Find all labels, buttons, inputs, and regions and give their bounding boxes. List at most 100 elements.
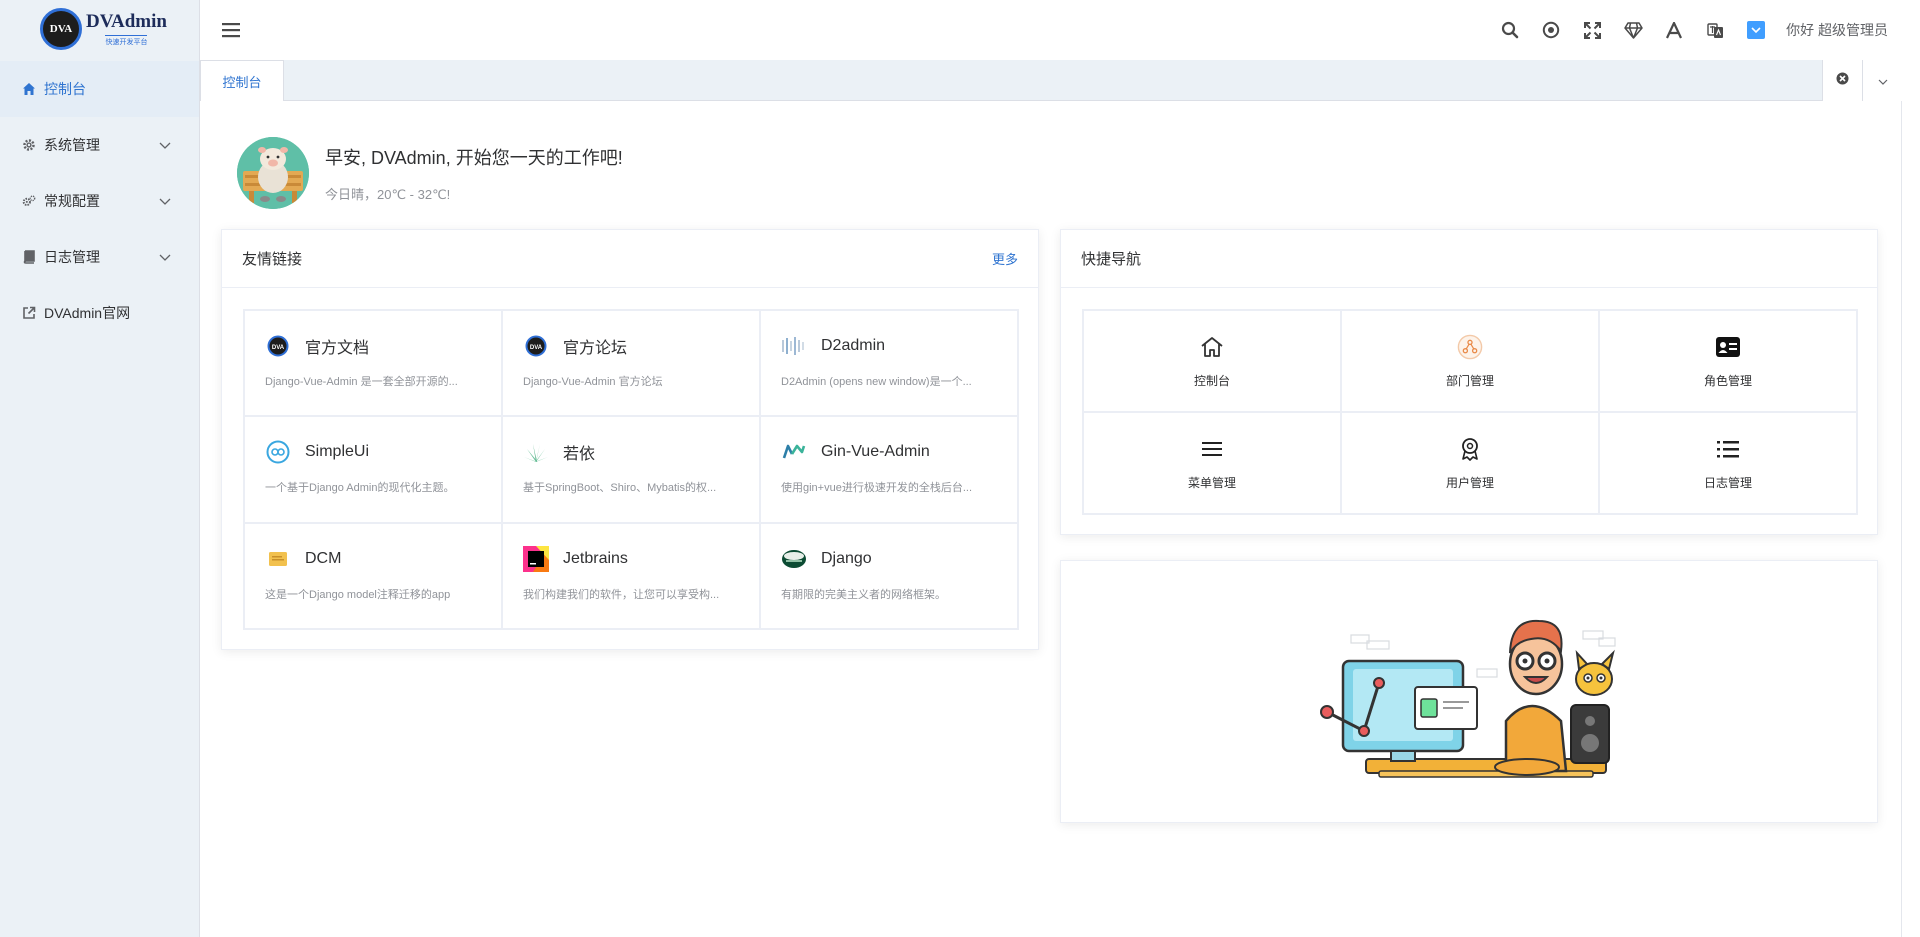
book-icon bbox=[22, 250, 36, 264]
chevron-down-icon bbox=[159, 137, 171, 153]
link-item-simpleui[interactable]: SimpleUi 一个基于Django Admin的现代化主题。 bbox=[244, 416, 502, 523]
nav-item-department[interactable]: 部门管理 bbox=[1341, 310, 1599, 412]
simpleui-logo-icon bbox=[265, 439, 291, 465]
link-desc: 有期限的完美主义者的网络框架。 bbox=[781, 588, 946, 601]
nav-label: 角色管理 bbox=[1703, 373, 1752, 388]
sidebar-item-dashboard[interactable]: 控制台 bbox=[0, 61, 199, 117]
weather-text: 今日晴，20℃ - 32℃! bbox=[325, 186, 451, 202]
header-tools: 你好 超级管理员 bbox=[1479, 18, 1888, 42]
close-circle-icon bbox=[1836, 72, 1849, 90]
theme-color-icon[interactable] bbox=[1746, 20, 1766, 40]
nav-item-menu[interactable]: 菜单管理 bbox=[1083, 412, 1341, 514]
fullscreen-icon[interactable] bbox=[1582, 20, 1602, 40]
user-greeting[interactable]: 你好 超级管理员 bbox=[1786, 20, 1888, 40]
more-link[interactable]: 更多 bbox=[992, 249, 1018, 268]
tab-dropdown-button[interactable] bbox=[1862, 60, 1902, 101]
gear-icon bbox=[22, 138, 36, 152]
link-item-docs[interactable]: DVA 官方文档 Django-Vue-Admin 是一套全部开源的... bbox=[244, 310, 502, 417]
link-name: Jetbrains bbox=[563, 549, 628, 567]
chevron-down-icon bbox=[1878, 72, 1888, 90]
developer-illustration bbox=[1320, 619, 1616, 778]
search-icon[interactable] bbox=[1500, 20, 1520, 40]
sidebar: DVA DVAdmin 快速开发平台 控制台 系统管理 常规配置 日志管理 DV… bbox=[0, 0, 200, 937]
logo-subtitle: 快速开发平台 bbox=[105, 35, 148, 47]
quick-nav-grid: 控制台 部门管理 角色管理 菜单管理 用户管理 日志管理 bbox=[1082, 309, 1858, 515]
quick-nav-title: 快捷导航 bbox=[1081, 251, 1142, 268]
nav-item-dashboard[interactable]: 控制台 bbox=[1083, 310, 1341, 412]
main-content: 早安, DVAdmin, 开始您一天的工作吧! 今日晴，20℃ - 32℃! 友… bbox=[200, 101, 1902, 937]
department-icon bbox=[1457, 334, 1483, 360]
sidebar-item-label: 常规配置 bbox=[44, 193, 100, 209]
dva-logo-icon: DVA bbox=[523, 333, 549, 359]
gears-icon bbox=[22, 194, 36, 208]
record-icon[interactable] bbox=[1541, 20, 1561, 40]
nav-label: 控制台 bbox=[1193, 373, 1230, 388]
svg-text:DVA: DVA bbox=[272, 345, 285, 351]
list-icon bbox=[1715, 436, 1741, 462]
nav-label: 部门管理 bbox=[1445, 373, 1494, 388]
link-item-gin-vue-admin[interactable]: Gin-Vue-Admin 使用gin+vue进行极速开发的全栈后台... bbox=[760, 416, 1018, 523]
link-name: SimpleUi bbox=[305, 443, 370, 461]
chevron-down-icon bbox=[159, 193, 171, 209]
tabs-bar: 控制台 bbox=[200, 60, 1902, 101]
nav-label: 菜单管理 bbox=[1187, 475, 1236, 490]
dva-logo-icon: DVA bbox=[265, 333, 291, 359]
gin-vue-admin-logo-icon bbox=[781, 439, 807, 465]
hamburger-icon[interactable] bbox=[222, 22, 240, 43]
link-name: Django bbox=[821, 549, 872, 567]
link-item-d2admin[interactable]: D2admin D2Admin (opens new window)是一个... bbox=[760, 310, 1018, 417]
id-card-icon bbox=[1715, 334, 1741, 360]
link-name: 官方文档 bbox=[305, 340, 370, 357]
link-item-forum[interactable]: DVA 官方论坛 Django-Vue-Admin 官方论坛 bbox=[502, 310, 760, 417]
link-desc: Django-Vue-Admin 是一套全部开源的... bbox=[265, 376, 458, 388]
sidebar-item-website[interactable]: DVAdmin官网 bbox=[0, 285, 199, 341]
link-item-ruoyi[interactable]: 若依 基于SpringBoot、Shiro、Mybatis的权... bbox=[502, 416, 760, 523]
welcome-section: 早安, DVAdmin, 开始您一天的工作吧! 今日晴，20℃ - 32℃! bbox=[237, 137, 623, 209]
logo[interactable]: DVA DVAdmin 快速开发平台 bbox=[0, 0, 199, 58]
chevron-down-icon bbox=[159, 249, 171, 265]
link-name: D2admin bbox=[821, 337, 886, 354]
sidebar-item-label: DVAdmin官网 bbox=[44, 305, 131, 321]
sidebar-item-logs[interactable]: 日志管理 bbox=[0, 229, 199, 285]
home-icon bbox=[22, 82, 36, 96]
dcm-logo-icon bbox=[265, 546, 291, 572]
links-card: 友情链接 更多 DVA 官方文档 Django-Vue-Admin 是一套全部开… bbox=[221, 229, 1039, 650]
svg-text:DVA: DVA bbox=[530, 345, 543, 351]
link-desc: 我们构建我们的软件，让您可以享受构... bbox=[523, 588, 720, 601]
link-desc: Django-Vue-Admin 官方论坛 bbox=[523, 376, 663, 388]
django-logo-icon bbox=[781, 546, 807, 572]
home-outline-icon bbox=[1199, 334, 1225, 360]
logo-mark: DVA bbox=[40, 8, 82, 50]
sidebar-item-label: 系统管理 bbox=[44, 137, 100, 153]
link-name: DCM bbox=[305, 549, 342, 567]
nav-label: 日志管理 bbox=[1703, 475, 1752, 490]
avatar[interactable] bbox=[237, 137, 309, 209]
illustration-card bbox=[1060, 560, 1878, 823]
nav-label: 用户管理 bbox=[1445, 475, 1494, 490]
font-size-icon[interactable] bbox=[1664, 20, 1684, 40]
sidebar-item-label: 控制台 bbox=[44, 81, 86, 97]
close-all-tabs-button[interactable] bbox=[1823, 60, 1862, 101]
welcome-title: 早安, DVAdmin, 开始您一天的工作吧! bbox=[325, 147, 623, 168]
links-card-title: 友情链接 bbox=[242, 251, 303, 268]
nav-item-logs[interactable]: 日志管理 bbox=[1599, 412, 1857, 514]
link-desc: 这是一个Django model注释迁移的app bbox=[265, 588, 451, 601]
jetbrains-logo-icon bbox=[523, 545, 549, 572]
links-grid: DVA 官方文档 Django-Vue-Admin 是一套全部开源的... DV… bbox=[243, 309, 1019, 630]
user-badge-icon bbox=[1457, 436, 1483, 462]
link-name: 若依 bbox=[563, 446, 596, 464]
link-item-django[interactable]: Django 有期限的完美主义者的网络框架。 bbox=[760, 522, 1018, 629]
nav-item-role[interactable]: 角色管理 bbox=[1599, 310, 1857, 412]
nav-item-user[interactable]: 用户管理 bbox=[1341, 412, 1599, 514]
external-link-icon bbox=[22, 306, 36, 320]
quick-nav-card: 快捷导航 控制台 部门管理 角色管理 菜单管理 用户管理 日志管理 bbox=[1060, 229, 1878, 535]
link-item-jetbrains[interactable]: Jetbrains 我们构建我们的软件，让您可以享受构... bbox=[502, 522, 760, 629]
tab-controls bbox=[1822, 60, 1902, 101]
translate-icon[interactable] bbox=[1705, 20, 1725, 40]
diamond-icon[interactable] bbox=[1623, 20, 1643, 40]
tab-dashboard[interactable]: 控制台 bbox=[200, 60, 284, 101]
sidebar-item-config[interactable]: 常规配置 bbox=[0, 173, 199, 229]
sidebar-item-system[interactable]: 系统管理 bbox=[0, 117, 199, 173]
top-header: 你好 超级管理员 bbox=[200, 0, 1920, 60]
link-item-dcm[interactable]: DCM 这是一个Django model注释迁移的app bbox=[244, 522, 502, 629]
